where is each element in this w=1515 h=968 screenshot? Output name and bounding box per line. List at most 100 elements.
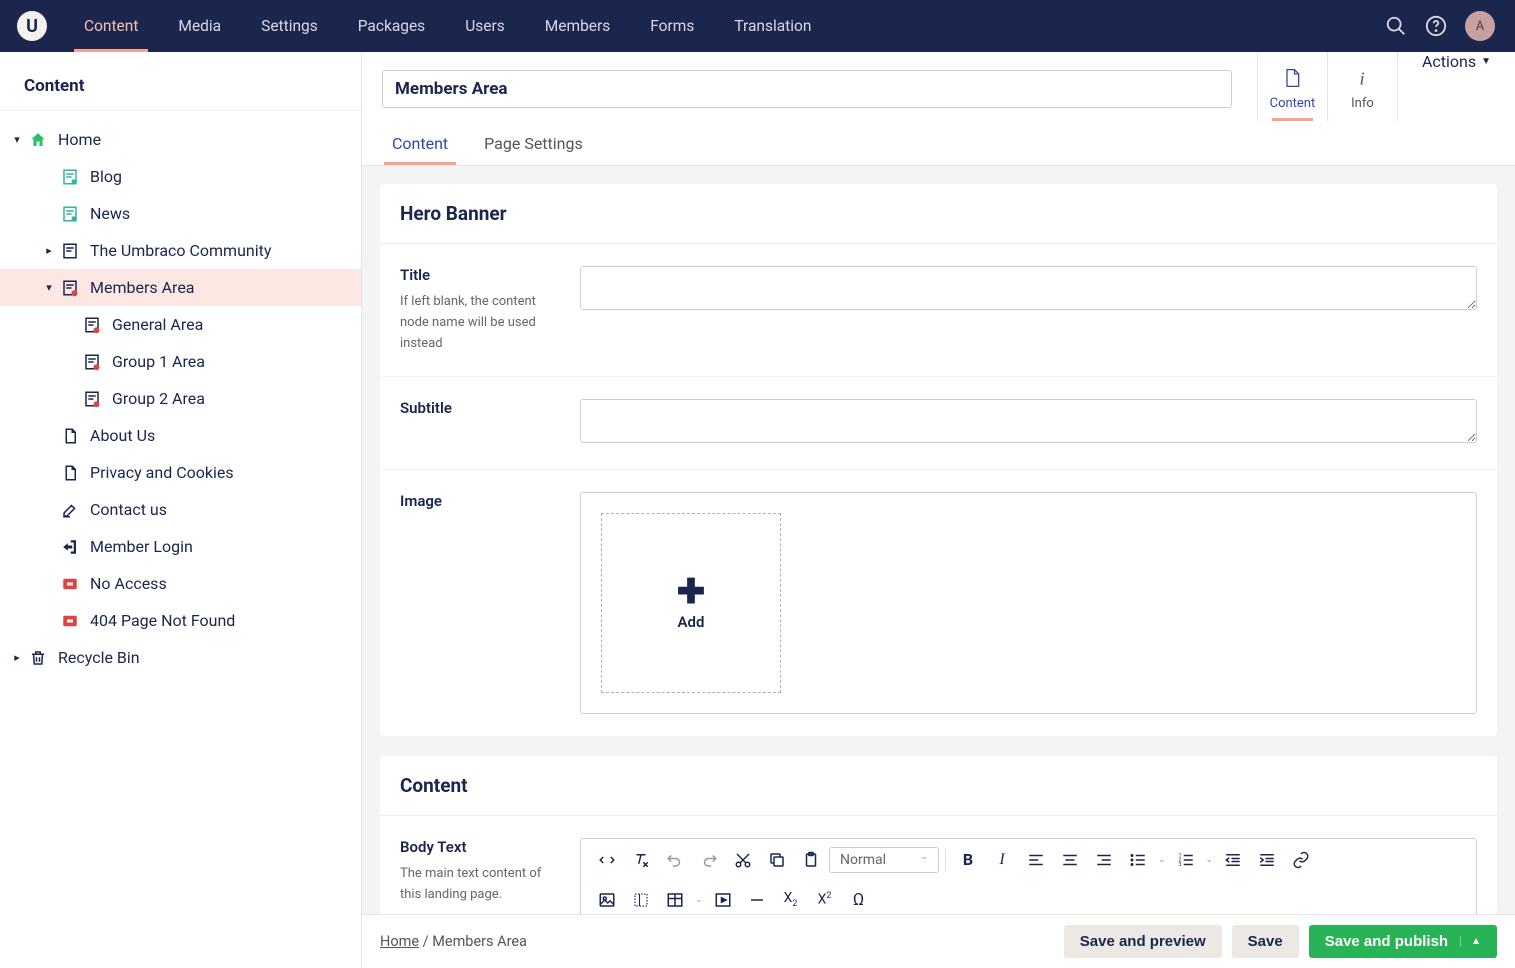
tree-item-label: Contact us: [90, 500, 167, 519]
tree-node-icon: [58, 464, 82, 482]
tree-caret-icon[interactable]: ▸: [8, 651, 26, 664]
rte-image-icon[interactable]: [591, 885, 623, 914]
tree-caret-icon[interactable]: ▾: [40, 281, 58, 294]
search-icon[interactable]: [1385, 15, 1407, 37]
rte-undo-icon[interactable]: [659, 845, 691, 875]
tree-item[interactable]: About Us: [0, 417, 361, 454]
nav-users[interactable]: Users: [445, 0, 525, 52]
rte-italic-icon[interactable]: I: [986, 845, 1018, 875]
breadcrumb-home[interactable]: Home: [380, 933, 419, 950]
tree-item[interactable]: Contact us: [0, 491, 361, 528]
panel-content-title: Content: [380, 756, 1497, 816]
rte-macro-icon[interactable]: [625, 885, 657, 914]
tree-item-label: Blog: [90, 167, 122, 186]
rte-align-left-icon[interactable]: [1020, 845, 1052, 875]
actions-menu[interactable]: Actions ▼: [1398, 52, 1515, 71]
rte-cut-icon[interactable]: [727, 845, 759, 875]
chevron-down-icon[interactable]: ⌄: [1156, 855, 1168, 865]
rte-superscript-icon[interactable]: X2: [809, 885, 841, 914]
nav-members[interactable]: Members: [525, 0, 631, 52]
property-title: Title If left blank, the content node na…: [380, 244, 1497, 377]
nav-packages[interactable]: Packages: [338, 0, 445, 52]
nav-translation[interactable]: Translation: [714, 0, 831, 52]
user-avatar[interactable]: A: [1465, 11, 1495, 41]
tree-node-icon: [58, 538, 82, 556]
tree-item-label: Group 1 Area: [112, 352, 205, 371]
rte-number-list-icon[interactable]: 123: [1170, 845, 1202, 875]
document-icon: [1282, 66, 1302, 90]
app-info[interactable]: i Info: [1328, 52, 1398, 121]
tree-item[interactable]: ▸ The Umbraco Community: [0, 232, 361, 269]
chevron-up-icon[interactable]: ▲: [1460, 936, 1481, 947]
rte-paste-icon[interactable]: [795, 845, 827, 875]
rte-bullet-list-icon[interactable]: [1122, 845, 1154, 875]
tree-item[interactable]: 404 Page Not Found: [0, 602, 361, 639]
property-image-label: Image: [400, 492, 560, 510]
tree-node-icon: [58, 242, 82, 260]
tree-item[interactable]: ▾Members Area: [0, 269, 361, 306]
tree-item-label: Group 2 Area: [112, 389, 205, 408]
save-publish-button[interactable]: Save and publish ▲: [1309, 925, 1497, 958]
breadcrumb-current: Members Area: [432, 933, 527, 950]
property-body-text: Body Text The main text content of this …: [380, 816, 1497, 914]
tree-item[interactable]: Member Login: [0, 528, 361, 565]
chevron-down-icon[interactable]: ⌄: [693, 895, 705, 905]
help-icon[interactable]: [1425, 15, 1447, 37]
rte-indent-icon[interactable]: [1251, 845, 1283, 875]
tree-item[interactable]: Privacy and Cookies: [0, 454, 361, 491]
rte-align-center-icon[interactable]: [1054, 845, 1086, 875]
tree-item[interactable]: ▾Home: [0, 121, 361, 158]
property-subtitle: Subtitle: [380, 377, 1497, 470]
tree-item[interactable]: Blog: [0, 158, 361, 195]
svg-text:i: i: [1360, 69, 1365, 89]
tree-caret-icon[interactable]: ▸: [40, 244, 58, 257]
app-content[interactable]: Content: [1258, 52, 1328, 121]
tree-caret-icon[interactable]: ▾: [8, 133, 26, 146]
tree-node-icon: [58, 427, 82, 445]
tree-item[interactable]: No Access: [0, 565, 361, 602]
tree-item[interactable]: ▸ Recycle Bin: [0, 639, 361, 676]
nav-media[interactable]: Media: [158, 0, 241, 52]
nav-settings[interactable]: Settings: [241, 0, 338, 52]
rte-hr-icon[interactable]: [741, 885, 773, 914]
rte-redo-icon[interactable]: [693, 845, 725, 875]
tab-content[interactable]: Content: [388, 126, 452, 165]
subtitle-textarea[interactable]: [580, 399, 1477, 443]
rte-outdent-icon[interactable]: [1217, 845, 1249, 875]
save-preview-button[interactable]: Save and preview: [1064, 925, 1222, 958]
app-info-label: Info: [1351, 96, 1374, 111]
tree-node-icon: [58, 279, 82, 297]
rte-subscript-icon[interactable]: X2: [775, 885, 807, 914]
rte-format-select[interactable]: Normal ⌄: [829, 847, 939, 873]
rte-bold-icon[interactable]: B: [952, 845, 984, 875]
save-button[interactable]: Save: [1232, 925, 1299, 958]
tree-item-label: The Umbraco Community: [90, 241, 271, 260]
rte-special-char-icon[interactable]: Ω: [843, 885, 875, 914]
rte-toolbar: Normal ⌄ B I: [581, 839, 1476, 914]
breadcrumb: Home / Members Area: [380, 933, 1064, 950]
breadcrumb-sep: /: [423, 933, 433, 950]
tree-item-label: Recycle Bin: [58, 648, 140, 667]
property-body-label: Body Text: [400, 838, 560, 856]
rte-clear-format-icon[interactable]: [625, 845, 657, 875]
tree-node-icon: [80, 353, 104, 371]
rte-copy-icon[interactable]: [761, 845, 793, 875]
content-sidebar: Content ▾HomeBlogNews▸The Umbraco Commun…: [0, 52, 362, 968]
tab-page-settings[interactable]: Page Settings: [480, 126, 587, 165]
nav-content[interactable]: Content: [64, 0, 158, 52]
tree-item[interactable]: Group 1 Area: [0, 343, 361, 380]
tree-item[interactable]: Group 2 Area: [0, 380, 361, 417]
rte-embed-icon[interactable]: [707, 885, 739, 914]
nav-forms[interactable]: Forms: [630, 0, 714, 52]
chevron-down-icon[interactable]: ⌄: [1204, 855, 1216, 865]
tree-item[interactable]: General Area: [0, 306, 361, 343]
rte-table-icon[interactable]: [659, 885, 691, 914]
title-textarea[interactable]: [580, 266, 1477, 310]
node-title-input[interactable]: [382, 70, 1232, 108]
rte-source-code-icon[interactable]: [591, 845, 623, 875]
image-add-button[interactable]: ✚ Add: [601, 513, 781, 693]
rte-link-icon[interactable]: [1285, 845, 1317, 875]
tree-item[interactable]: News: [0, 195, 361, 232]
logo[interactable]: U: [0, 11, 64, 41]
rte-align-right-icon[interactable]: [1088, 845, 1120, 875]
